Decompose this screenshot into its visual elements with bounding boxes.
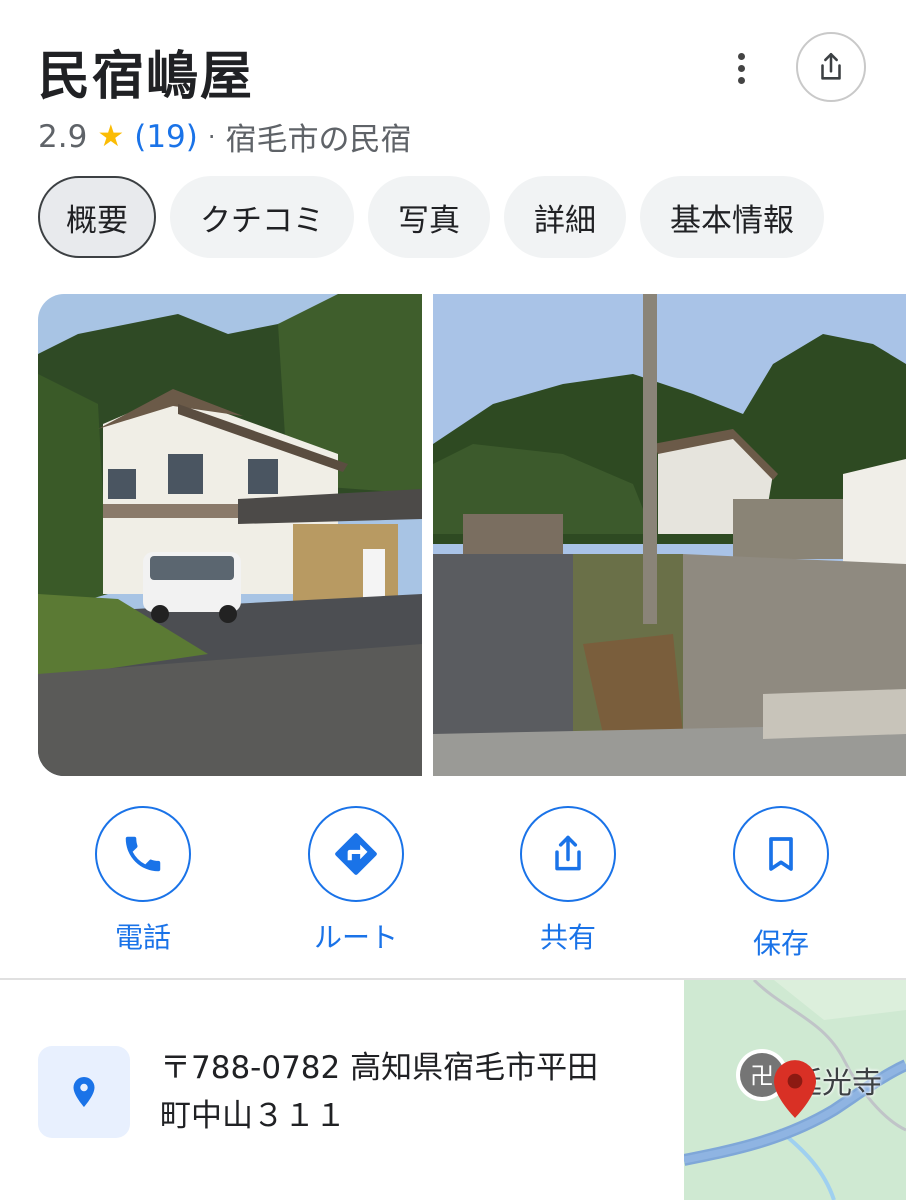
call-label: 電話: [114, 921, 171, 954]
map-pin-icon: [774, 1060, 816, 1118]
share-action-button[interactable]: [520, 806, 616, 902]
call-button[interactable]: [95, 806, 191, 902]
rating-row: 2.9 ★ (19) · 宿毛市の民宿: [38, 114, 412, 159]
address-line-1: 〒788-0782 高知県宿毛市平田: [160, 1050, 599, 1086]
bookmark-icon: [769, 837, 793, 871]
tab-reviews[interactable]: クチコミ: [170, 176, 354, 258]
share-button[interactable]: [796, 32, 866, 102]
share-action[interactable]: 共有: [468, 806, 668, 956]
tab-bar: 概要 クチコミ 写真 詳細 基本情報: [38, 176, 824, 258]
share-icon: [821, 52, 841, 80]
address[interactable]: 〒788-0782 高知県宿毛市平田 町中山３１１: [160, 1044, 660, 1140]
save-action[interactable]: 保存: [681, 806, 881, 962]
location-pin-icon: [73, 1077, 95, 1107]
map-thumbnail[interactable]: 卍 延光寺: [684, 980, 906, 1200]
share-label: 共有: [539, 921, 596, 954]
tab-overview[interactable]: 概要: [38, 176, 156, 258]
tab-details[interactable]: 詳細: [504, 176, 626, 258]
route-button[interactable]: [308, 806, 404, 902]
separator: ·: [207, 122, 216, 151]
photo-street-view[interactable]: [433, 294, 906, 776]
review-count-link[interactable]: (19): [134, 119, 198, 155]
photo-exterior[interactable]: [38, 294, 422, 776]
call-action[interactable]: 電話: [43, 806, 243, 956]
save-button[interactable]: [733, 806, 829, 902]
photo-carousel[interactable]: [38, 294, 906, 776]
svg-text:卍: 卍: [750, 1062, 774, 1090]
phone-icon: [125, 836, 161, 872]
star-icon: ★: [97, 119, 125, 154]
rating-value: 2.9: [38, 118, 88, 155]
place-category: 宿毛市の民宿: [225, 122, 412, 158]
action-bar: 電話 ルート 共有 保存: [0, 806, 906, 960]
more-options-icon[interactable]: [722, 48, 760, 88]
address-line-2: 町中山３１１: [160, 1098, 346, 1134]
tab-photos[interactable]: 写真: [368, 176, 490, 258]
tab-info[interactable]: 基本情報: [640, 176, 824, 258]
place-title: 民宿嶋屋: [38, 47, 255, 107]
directions-icon: [335, 833, 377, 875]
share-icon: [555, 835, 581, 871]
route-action[interactable]: ルート: [256, 806, 456, 956]
save-label: 保存: [752, 927, 809, 960]
route-label: ルート: [313, 921, 398, 954]
address-icon-box: [38, 1046, 130, 1138]
